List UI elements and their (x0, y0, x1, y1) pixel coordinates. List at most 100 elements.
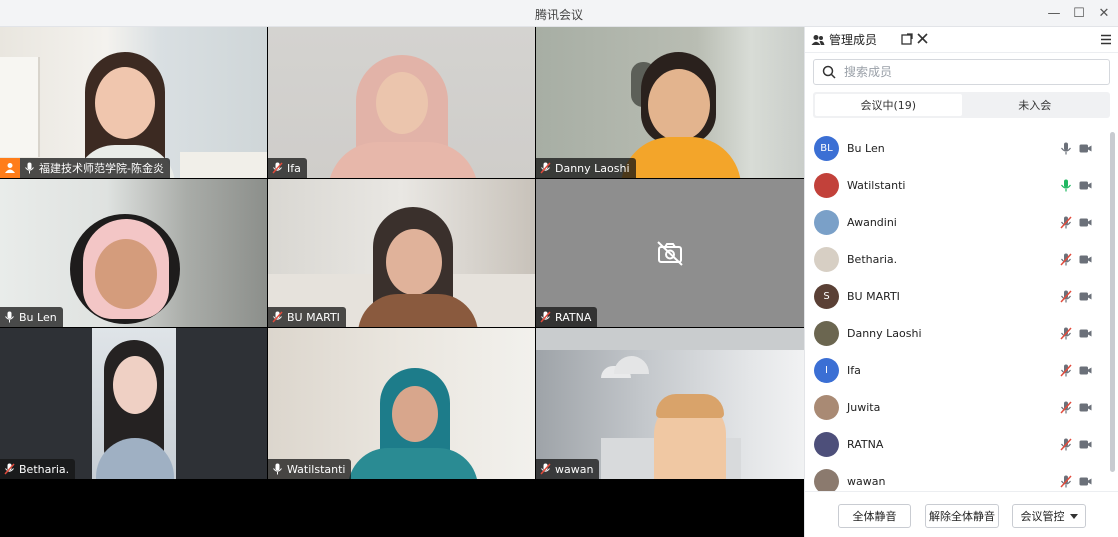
maximize-button[interactable]: ☐ (1068, 3, 1090, 23)
tile-name: Ifa (287, 161, 301, 175)
video-tile[interactable]: RATNA (536, 179, 804, 327)
member-list-scrollbar[interactable] (1109, 130, 1116, 510)
video-tile[interactable]: 福建技术师范学院-陈金炎 (0, 27, 267, 178)
avatar: I (814, 358, 839, 383)
tile-nameplate: Bu Len (0, 307, 63, 327)
camera-icon[interactable] (1079, 366, 1092, 375)
video-tile[interactable]: Danny Laoshi (536, 27, 804, 178)
panel-header: 管理成员 (805, 27, 1118, 53)
mic-icon (273, 463, 282, 475)
member-row[interactable]: BL Bu Len (805, 130, 1105, 167)
video-tile[interactable]: wawan (536, 328, 804, 479)
member-name: Danny Laoshi (847, 327, 922, 340)
camera-icon[interactable] (1079, 144, 1092, 153)
member-row[interactable]: Juwita (805, 389, 1105, 426)
mic-muted-icon[interactable] (1060, 438, 1072, 451)
member-search-box[interactable] (813, 59, 1110, 85)
mic-muted-icon (540, 463, 551, 475)
tab-in-meeting[interactable]: 会议中(19) (815, 94, 962, 116)
panel-footer: 全体静音 解除全体静音 会议管控 (805, 491, 1118, 537)
member-name: RATNA (847, 438, 884, 451)
camera-off-icon (657, 241, 683, 266)
panel-title: 管理成员 (829, 33, 878, 47)
member-name: Betharia. (847, 253, 898, 266)
member-row[interactable]: S BU MARTI (805, 278, 1105, 315)
mic-muted-icon[interactable] (1060, 290, 1072, 303)
avatar (814, 321, 839, 346)
mic-icon (25, 162, 34, 174)
avatar (814, 173, 839, 198)
mic-muted-icon[interactable] (1060, 327, 1072, 340)
video-tile[interactable]: Watilstanti (268, 328, 535, 479)
tile-nameplate: 福建技术师范学院-陈金炎 (0, 158, 170, 178)
tile-name: 福建技术师范学院-陈金炎 (39, 162, 164, 175)
avatar (814, 210, 839, 235)
mic-muted-icon[interactable] (1060, 253, 1072, 266)
member-row[interactable]: Watilstanti (805, 167, 1105, 204)
camera-icon[interactable] (1079, 255, 1092, 264)
mic-icon[interactable] (1060, 142, 1072, 155)
tile-name: Danny Laoshi (555, 161, 630, 175)
mic-muted-icon (540, 162, 551, 174)
mic-muted-icon (4, 463, 15, 475)
meeting-controls-label: 会议管控 (1020, 510, 1065, 523)
member-name: Juwita (847, 401, 881, 414)
avatar (814, 432, 839, 457)
close-button[interactable]: ✕ (1093, 3, 1115, 23)
mic-muted-icon (540, 311, 551, 323)
video-tile[interactable]: Ifa (268, 27, 535, 178)
camera-icon[interactable] (1079, 218, 1092, 227)
tile-name: BU MARTI (287, 310, 340, 324)
mic-speaking-icon[interactable] (1060, 179, 1072, 192)
minimize-button[interactable]: — (1043, 3, 1065, 23)
member-row[interactable]: I Ifa (805, 352, 1105, 389)
member-row[interactable]: Awandini (805, 204, 1105, 241)
menu-icon[interactable] (1100, 34, 1112, 45)
close-panel-icon[interactable] (917, 33, 928, 44)
tab-not-joined[interactable]: 未入会 (962, 94, 1109, 116)
host-icon (0, 158, 20, 178)
video-tile[interactable]: BU MARTI (268, 179, 535, 327)
member-name: Watilstanti (847, 179, 906, 192)
search-icon (822, 65, 836, 79)
camera-icon[interactable] (1079, 477, 1092, 486)
member-row[interactable]: RATNA (805, 426, 1105, 463)
mic-muted-icon[interactable] (1060, 475, 1072, 488)
member-row[interactable]: Danny Laoshi (805, 315, 1105, 352)
member-name: Ifa (847, 364, 861, 377)
tile-name: Watilstanti (287, 462, 346, 476)
mic-muted-icon[interactable] (1060, 216, 1072, 229)
mic-muted-icon[interactable] (1060, 364, 1072, 377)
member-search-input[interactable] (844, 65, 1084, 79)
tile-nameplate: Ifa (268, 158, 307, 178)
mic-muted-icon[interactable] (1060, 401, 1072, 414)
avatar (814, 247, 839, 272)
member-row[interactable]: wawan (805, 463, 1105, 492)
meeting-controls-button[interactable]: 会议管控 (1012, 504, 1086, 528)
popout-icon[interactable] (901, 33, 913, 45)
camera-icon[interactable] (1079, 403, 1092, 412)
avatar: S (814, 284, 839, 309)
tile-name: wawan (555, 462, 594, 476)
tile-name: Betharia. (19, 462, 70, 476)
member-name: Bu Len (847, 142, 885, 155)
title-bar: 腾讯会议 — ☐ ✕ (0, 0, 1118, 27)
mute-all-button[interactable]: 全体静音 (838, 504, 911, 528)
window-title: 腾讯会议 (534, 8, 583, 22)
member-name: BU MARTI (847, 290, 900, 303)
camera-icon[interactable] (1079, 181, 1092, 190)
video-tile[interactable]: Bu Len (0, 179, 267, 327)
mic-muted-icon (272, 311, 283, 323)
tile-nameplate: Danny Laoshi (536, 158, 636, 178)
unmute-all-button[interactable]: 解除全体静音 (925, 504, 999, 528)
video-tile[interactable]: Betharia. (0, 328, 267, 479)
camera-icon[interactable] (1079, 292, 1092, 301)
mic-icon (5, 311, 14, 323)
tile-nameplate: Betharia. (0, 459, 76, 479)
camera-icon[interactable] (1079, 440, 1092, 449)
scrollbar-thumb[interactable] (1110, 132, 1115, 472)
member-list: BL Bu Len Watilstanti Awandini Betharia. S BU … (805, 130, 1105, 492)
tile-name: RATNA (555, 310, 592, 324)
camera-icon[interactable] (1079, 329, 1092, 338)
member-row[interactable]: Betharia. (805, 241, 1105, 278)
